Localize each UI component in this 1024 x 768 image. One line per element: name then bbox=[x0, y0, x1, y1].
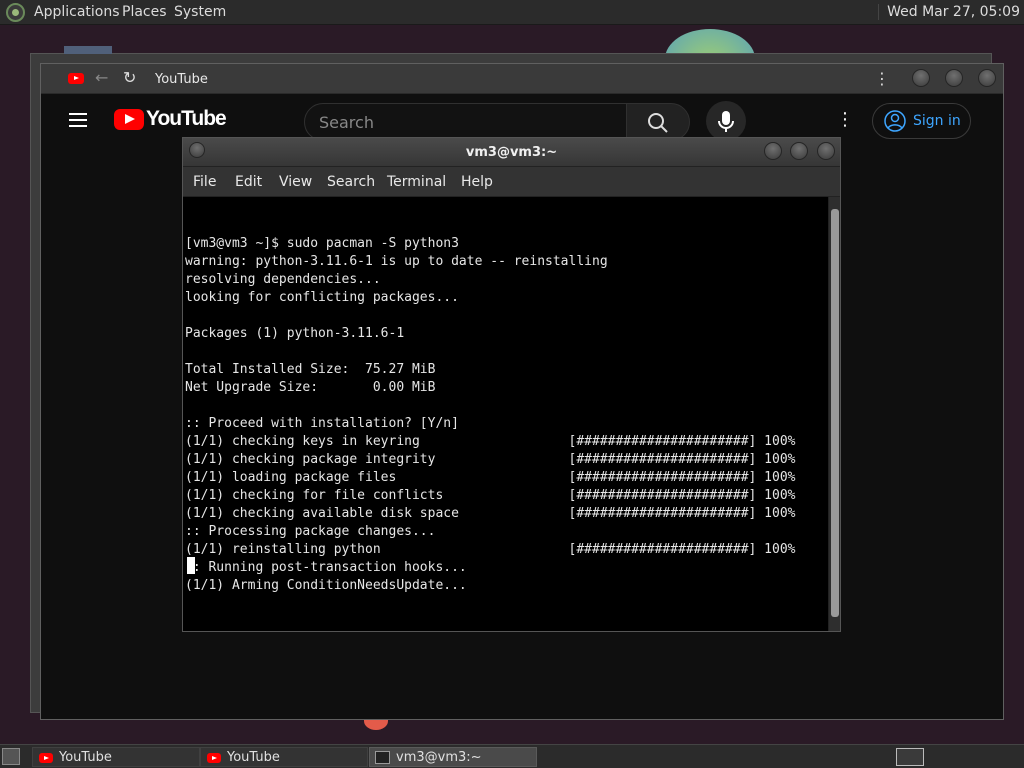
distro-logo-icon[interactable] bbox=[6, 3, 25, 22]
settings-menu-icon[interactable]: ⋮ bbox=[836, 109, 854, 130]
scrollbar-thumb[interactable] bbox=[831, 209, 839, 617]
top-panel: Applications Places System Wed Mar 27, 0… bbox=[0, 0, 1024, 25]
menu-system[interactable]: System bbox=[174, 4, 226, 20]
task-label: YouTube bbox=[59, 750, 112, 765]
terminal-line: (1/1) checking keys in keyring [########… bbox=[185, 434, 796, 449]
reload-icon[interactable]: ↻ bbox=[123, 68, 136, 87]
menu-file[interactable]: File bbox=[193, 174, 216, 190]
terminal-maximize-button[interactable] bbox=[790, 142, 808, 160]
search-box bbox=[304, 103, 627, 141]
task-label: vm3@vm3:~ bbox=[396, 750, 482, 765]
terminal-line: Net Upgrade Size: 0.00 MiB bbox=[185, 380, 436, 395]
terminal-cursor bbox=[187, 557, 195, 574]
browser-title: YouTube bbox=[155, 72, 208, 87]
menu-terminal[interactable]: Terminal bbox=[387, 174, 446, 190]
hamburger-menu-icon[interactable] bbox=[69, 113, 87, 127]
menu-edit[interactable]: Edit bbox=[235, 174, 262, 190]
taskbar-task-youtube-2[interactable]: YouTube bbox=[200, 747, 368, 767]
close-button[interactable] bbox=[978, 69, 996, 87]
terminal-line: warning: python-3.11.6-1 is up to date -… bbox=[185, 254, 608, 269]
maximize-button[interactable] bbox=[945, 69, 963, 87]
workspace-switcher[interactable] bbox=[896, 748, 924, 766]
terminal-line: (1/1) reinstalling python [#############… bbox=[185, 542, 796, 557]
menu-places[interactable]: Places bbox=[122, 4, 167, 20]
show-desktop-icon[interactable] bbox=[2, 748, 20, 765]
terminal-line: Packages (1) python-3.11.6-1 bbox=[185, 326, 405, 341]
menu-applications[interactable]: Applications bbox=[34, 4, 120, 20]
terminal-line: (1/1) loading package files [###########… bbox=[185, 470, 796, 485]
terminal-line: (1/1) checking available disk space [###… bbox=[185, 506, 796, 521]
search-input[interactable] bbox=[319, 112, 609, 132]
terminal-close-button[interactable] bbox=[817, 142, 835, 160]
terminal-window: vm3@vm3:~ File Edit View Search Terminal… bbox=[182, 137, 841, 632]
taskbar-task-terminal[interactable]: vm3@vm3:~ bbox=[369, 747, 537, 767]
menu-help[interactable]: Help bbox=[461, 174, 493, 190]
terminal-line: Total Installed Size: 75.27 MiB bbox=[185, 362, 436, 377]
youtube-logo-icon[interactable] bbox=[114, 109, 144, 130]
terminal-line: :: Processing package changes... bbox=[185, 524, 436, 539]
youtube-icon bbox=[207, 753, 221, 763]
terminal-titlebar[interactable]: vm3@vm3:~ bbox=[183, 138, 840, 167]
terminal-icon bbox=[375, 751, 390, 764]
terminal-scrollbar[interactable] bbox=[828, 197, 840, 631]
browser-menu-icon[interactable]: ⋮ bbox=[874, 69, 890, 88]
taskbar-task-youtube-1[interactable]: YouTube bbox=[32, 747, 200, 767]
terminal-menubar: File Edit View Search Terminal Help bbox=[183, 167, 840, 197]
terminal-line: (1/1) checking for file conflicts [#####… bbox=[185, 488, 796, 503]
terminal-line: (1/1) checking package integrity [######… bbox=[185, 452, 796, 467]
voice-search-button[interactable] bbox=[706, 101, 746, 141]
sign-in-button[interactable]: Sign in bbox=[872, 103, 971, 139]
terminal-line: [vm3@vm3 ~]$ sudo pacman -S python3 bbox=[185, 236, 459, 251]
youtube-icon bbox=[39, 753, 53, 763]
task-label: YouTube bbox=[227, 750, 280, 765]
terminal-title: vm3@vm3:~ bbox=[465, 145, 558, 160]
menu-view[interactable]: View bbox=[279, 174, 312, 190]
terminal-line: :: Running post-transaction hooks... bbox=[185, 560, 467, 575]
minimize-button[interactable] bbox=[912, 69, 930, 87]
terminal-line: looking for conflicting packages... bbox=[185, 290, 459, 305]
clock[interactable]: Wed Mar 27, 05:09 bbox=[878, 4, 1020, 20]
terminal-line: resolving dependencies... bbox=[185, 272, 381, 287]
terminal-output[interactable]: [vm3@vm3 ~]$ sudo pacman -S python3 warni… bbox=[185, 199, 827, 631]
youtube-logo-text[interactable]: YouTube bbox=[146, 107, 227, 131]
sign-in-label: Sign in bbox=[913, 113, 961, 129]
browser-titlebar[interactable]: ← ↻ YouTube ⋮ bbox=[41, 64, 1003, 94]
terminal-minimize-button[interactable] bbox=[764, 142, 782, 160]
terminal-line: (1/1) Arming ConditionNeedsUpdate... bbox=[185, 578, 467, 593]
desktop-icon bbox=[64, 46, 112, 54]
terminal-line: :: Proceed with installation? [Y/n] bbox=[185, 416, 459, 431]
menu-search[interactable]: Search bbox=[327, 174, 375, 190]
taskbar: YouTube YouTube vm3@vm3:~ bbox=[0, 744, 1024, 768]
search-button[interactable] bbox=[626, 103, 690, 141]
account-icon bbox=[884, 110, 906, 132]
back-arrow-icon[interactable]: ← bbox=[95, 68, 108, 87]
youtube-favicon-icon bbox=[68, 73, 84, 84]
microphone-icon bbox=[718, 111, 734, 132]
